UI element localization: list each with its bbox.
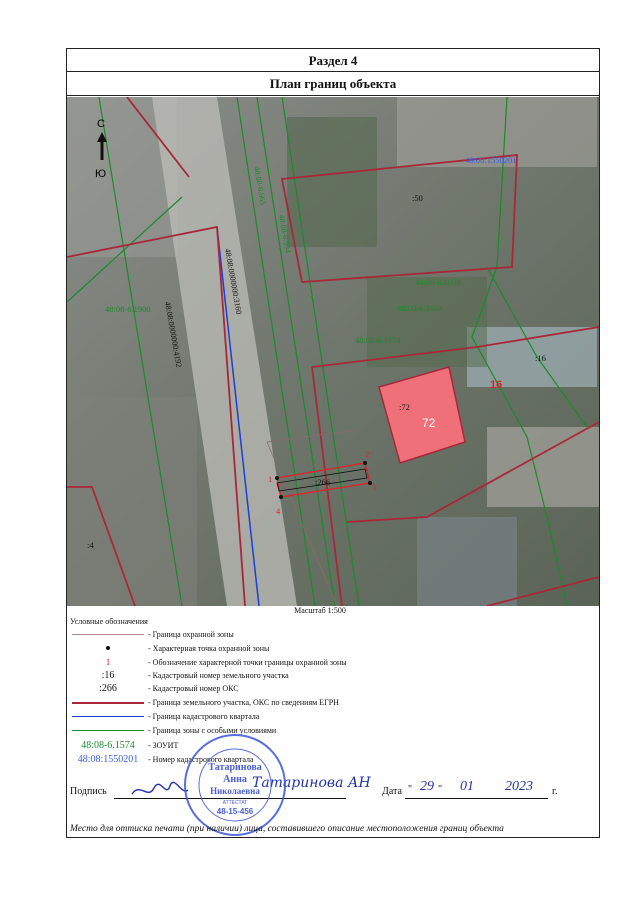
parcel-16-label: :16 [535, 353, 546, 363]
legend-symbol-quarter-boundary [70, 710, 146, 723]
legend-title: Условные обозначения [70, 617, 148, 626]
signature-label: Подпись [70, 786, 107, 797]
legend-symbol-point-number: 1 [105, 657, 111, 667]
date-line [405, 798, 548, 799]
legend-text: - Обозначение характерной точки границы … [148, 658, 347, 667]
oks-266-label: :266 [315, 477, 330, 487]
map-area[interactable]: С Ю 48:08:1550201 :50 48:08-6.1898 48:08… [67, 97, 599, 606]
compass-south: Ю [95, 168, 106, 180]
legend-symbol-quarter-number: 48:08:1550201 [77, 754, 139, 765]
zouit-1898-label: 48:08-6.1898 [415, 277, 461, 287]
svg-text:Николаевна: Николаевна [210, 786, 260, 796]
parcel-72-label: :72 [399, 402, 410, 412]
legend-row: - Граница земельного участка, ОКС по све… [70, 696, 590, 709]
date-year-suffix: г. [552, 786, 558, 797]
map-svg: С Ю 48:08:1550201 :50 48:08-6.1898 48:08… [67, 97, 599, 606]
legend-text: - Граница земельного участка, ОКС по све… [148, 698, 339, 707]
svg-text:48-15-456: 48-15-456 [217, 807, 254, 816]
oks-72-label: 72 [422, 416, 436, 430]
guard-point-1 [275, 476, 279, 480]
legend-symbol-point [70, 642, 146, 655]
legend-row: 48:08:1550201 - Номер кадастрового кварт… [70, 753, 590, 766]
seal-stamp: Татаринова Анна Николаевна АТТЕСТАТ 48-1… [184, 734, 286, 836]
point-1-label: 1 [268, 474, 272, 484]
legend-row: :16 - Кадастровый номер земельного участ… [70, 669, 590, 682]
legend-row: :266 - Кадастровый номер ОКС [70, 682, 590, 695]
legend-row: - Граница охранной зоны [70, 628, 590, 641]
zouit-1574-label: 48:08-6.1574 [355, 335, 401, 345]
signature-scribble [131, 781, 189, 795]
legend-symbol-zouit-boundary [70, 724, 146, 737]
zouit-1904-label: 48:08-6.1904 [397, 303, 443, 313]
legend-symbol-parcel-number: :16 [101, 670, 115, 681]
svg-text:Татаринова: Татаринова [208, 762, 261, 773]
date-year: 2023 [505, 779, 533, 794]
legend-text: - Граница охранной зоны [148, 630, 234, 639]
date-quote-close: " [438, 784, 443, 795]
legend-row: 1 - Обозначение характерной точки границ… [70, 656, 590, 669]
date-label: Дата [382, 786, 402, 797]
aerial-patch [67, 397, 197, 606]
legend-text: - Граница кадастрового квартала [148, 712, 260, 721]
legend-text: - Характерная точка охранной зоны [148, 644, 270, 653]
legend-text: - Кадастровый номер ОКС [148, 684, 239, 693]
legend-row: - Граница кадастрового квартала [70, 710, 590, 723]
stamp-place-note: Место для оттиска печати (при наличии) л… [70, 824, 504, 834]
legend-symbol-oks-number: :266 [99, 683, 117, 694]
point-16-label: 16 [490, 379, 502, 391]
aerial-trees [287, 117, 377, 247]
date-quote-open: " [408, 784, 413, 795]
date-day: 29 [420, 779, 434, 794]
parcel-50-label: :50 [412, 193, 423, 203]
date-month: 01 [460, 779, 474, 794]
quarter-number-label: 48:08:1550201 [465, 155, 516, 165]
zouit-1900-label: 48:08-6.1900 [105, 304, 151, 314]
point-3-label: 3 [372, 482, 376, 492]
legend-symbol-parcel-boundary [70, 696, 146, 709]
aerial-roof [487, 427, 599, 507]
aerial-roof [417, 517, 517, 606]
svg-text:Анна: Анна [223, 774, 247, 785]
legend-symbol-zouit: 48:08-6.1574 [81, 740, 135, 751]
legend-row: - Характерная точка охранной зоны [70, 642, 590, 655]
compass-north: С [97, 118, 105, 130]
point-2-label: 2 [365, 449, 369, 459]
scale-label: Масштаб 1:500 [294, 606, 346, 615]
legend-row: - Граница зоны с особыми условиями [70, 724, 590, 737]
guard-point-4 [279, 495, 283, 499]
legend-symbol-guard-zone [70, 628, 146, 641]
svg-text:АТТЕСТАТ: АТТЕСТАТ [223, 800, 248, 806]
guard-point-2 [363, 461, 367, 465]
legend-text: - Кадастровый номер земельного участка [148, 671, 289, 680]
parcel-4-label: :4 [87, 540, 94, 550]
legend-row: 48:08-6.1574 - ЗОУИТ [70, 739, 590, 752]
legend-text: - ЗОУИТ [148, 741, 179, 750]
